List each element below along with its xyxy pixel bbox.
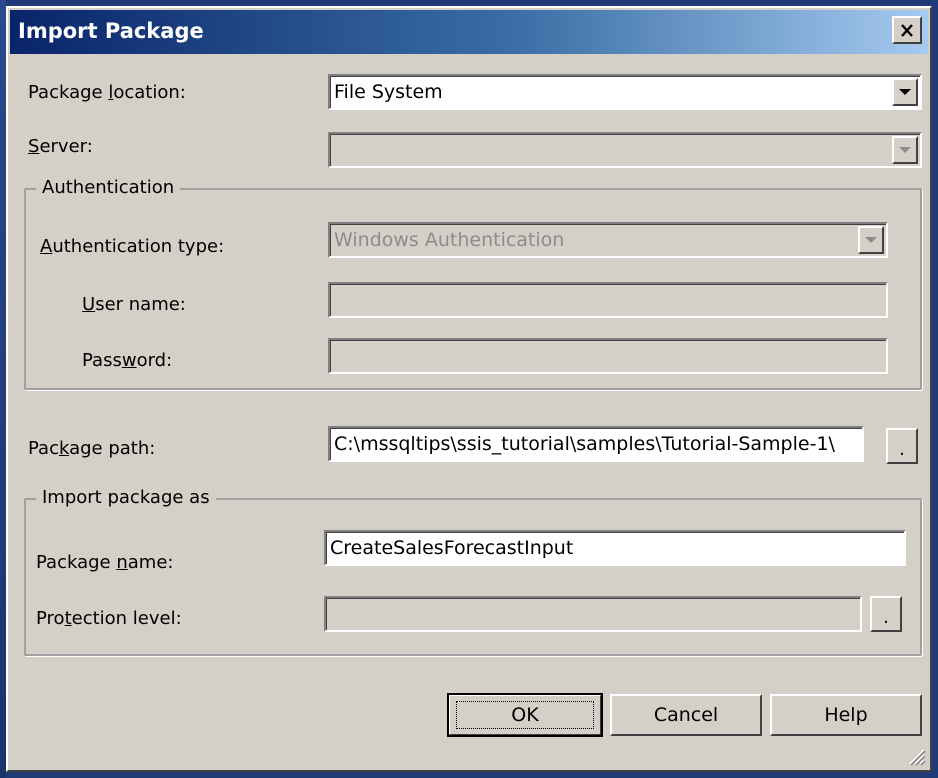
- server-label: Server:: [28, 136, 93, 157]
- dialog-title: Import Package: [18, 19, 204, 43]
- package-name-field[interactable]: CreateSalesForecastInput: [324, 530, 906, 566]
- package-path-browse-button[interactable]: .: [886, 428, 918, 464]
- help-button[interactable]: Help: [770, 694, 922, 736]
- package-location-label: Package location:: [28, 82, 186, 103]
- protection-level-label: Protection level:: [36, 608, 182, 629]
- password-field[interactable]: [328, 338, 888, 374]
- package-location-select[interactable]: File System: [328, 74, 922, 110]
- user-name-field[interactable]: [328, 282, 888, 318]
- package-name-label: Package name:: [36, 552, 174, 573]
- resize-grip-icon[interactable]: [906, 746, 926, 766]
- authentication-type-label: Authentication type:: [40, 236, 225, 257]
- server-dropdown-button[interactable]: [892, 136, 918, 164]
- user-name-label: User name:: [82, 294, 186, 315]
- package-path-field[interactable]: C:\mssqltips\ssis_tutorial\samples\Tutor…: [328, 426, 864, 462]
- ok-button[interactable]: OK: [447, 693, 603, 737]
- focus-rectangle: [456, 701, 594, 729]
- authentication-type-value: Windows Authentication: [334, 229, 565, 251]
- authentication-type-dropdown-button[interactable]: [858, 226, 884, 254]
- chevron-down-icon: [899, 147, 911, 153]
- protection-level-field[interactable]: [324, 596, 862, 632]
- title-bar[interactable]: Import Package: [10, 10, 928, 54]
- chevron-down-icon: [899, 89, 911, 95]
- package-location-value: File System: [334, 81, 443, 103]
- close-button[interactable]: [892, 16, 922, 44]
- server-select[interactable]: [328, 132, 922, 168]
- close-icon: [901, 23, 913, 37]
- import-package-dialog: Import Package Package location: File Sy…: [6, 6, 932, 772]
- protection-level-browse-button[interactable]: .: [870, 596, 902, 632]
- authentication-type-select[interactable]: Windows Authentication: [328, 222, 888, 258]
- authentication-group-label: Authentication: [36, 177, 181, 198]
- import-package-as-group: Import package as: [24, 487, 922, 656]
- chevron-down-icon: [865, 237, 877, 243]
- password-label: Password:: [82, 350, 173, 371]
- package-path-label: Package path:: [28, 438, 156, 459]
- package-location-dropdown-button[interactable]: [892, 78, 918, 106]
- import-package-as-group-label: Import package as: [36, 487, 216, 508]
- cancel-button[interactable]: Cancel: [610, 694, 762, 736]
